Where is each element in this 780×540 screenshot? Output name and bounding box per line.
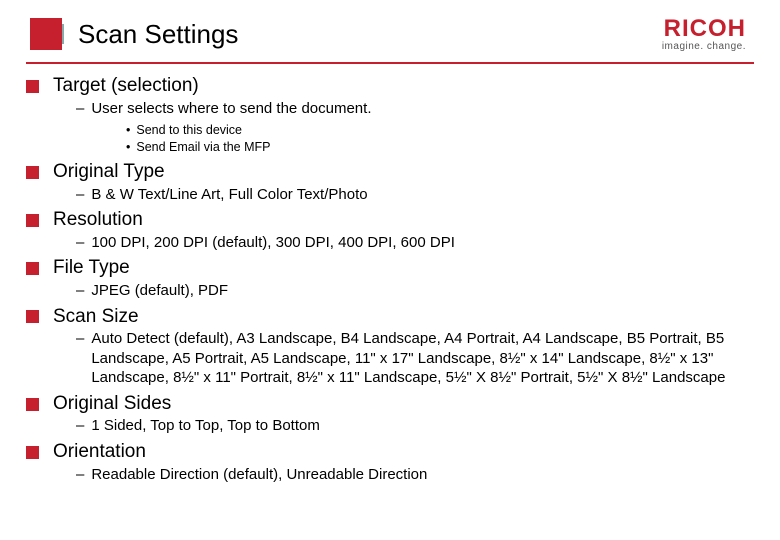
dot-icon: • [126, 139, 130, 156]
section-heading-text: Orientation [53, 440, 146, 465]
divider [26, 62, 754, 64]
section-sub-text: Auto Detect (default), A3 Landscape, B4 … [91, 329, 754, 388]
section-sub-text: 1 Sided, Top to Top, Top to Bottom [91, 416, 754, 436]
section: Original Type–B & W Text/Line Art, Full … [26, 160, 754, 204]
section-sub: –1 Sided, Top to Top, Top to Bottom [76, 416, 754, 436]
section: Orientation–Readable Direction (default)… [26, 440, 754, 484]
section-heading-text: Target (selection) [53, 74, 199, 99]
section-sub-text: B & W Text/Line Art, Full Color Text/Pho… [91, 185, 754, 205]
bullet-square-icon [26, 214, 39, 227]
title-block-icon [30, 18, 62, 50]
dash-icon: – [76, 99, 84, 119]
dash-icon: – [76, 416, 84, 436]
section-heading: Resolution [26, 208, 754, 233]
section-sub-text: User selects where to send the document. [91, 99, 754, 119]
bullet-square-icon [26, 398, 39, 411]
section: Resolution–100 DPI, 200 DPI (default), 3… [26, 208, 754, 252]
section-heading: File Type [26, 256, 754, 281]
bullet-item: • Send Email via the MFP [126, 139, 754, 156]
bullet-list: • Send to this device • Send Email via the … [126, 122, 754, 156]
bullet-square-icon [26, 166, 39, 179]
section-heading: Orientation [26, 440, 754, 465]
section-heading: Target (selection) [26, 74, 754, 99]
dash-icon: – [76, 329, 84, 388]
section-sub-text: JPEG (default), PDF [91, 281, 754, 301]
section-sub: –100 DPI, 200 DPI (default), 300 DPI, 40… [76, 233, 754, 253]
logo-brand: RICOH [662, 17, 746, 41]
dash-icon: – [76, 185, 84, 205]
section-sub-text: 100 DPI, 200 DPI (default), 300 DPI, 400… [91, 233, 754, 253]
section-heading: Original Sides [26, 392, 754, 417]
bullet-text: Send to this device [136, 122, 242, 139]
section-sub: –User selects where to send the document… [76, 99, 754, 119]
section: File Type–JPEG (default), PDF [26, 256, 754, 300]
bullet-square-icon [26, 310, 39, 323]
brand-logo: RICOH imagine. change. [662, 17, 750, 52]
dot-icon: • [126, 122, 130, 139]
section: Original Sides–1 Sided, Top to Top, Top … [26, 392, 754, 436]
section: Target (selection)–User selects where to… [26, 74, 754, 156]
section-sub: –JPEG (default), PDF [76, 281, 754, 301]
section-heading-text: Resolution [53, 208, 143, 233]
dash-icon: – [76, 281, 84, 301]
dash-icon: – [76, 465, 84, 485]
bullet-item: • Send to this device [126, 122, 754, 139]
section-sub-text: Readable Direction (default), Unreadable… [91, 465, 754, 485]
bullet-square-icon [26, 262, 39, 275]
section: Scan Size–Auto Detect (default), A3 Land… [26, 305, 754, 388]
section-sub: –B & W Text/Line Art, Full Color Text/Ph… [76, 185, 754, 205]
section-heading-text: File Type [53, 256, 130, 281]
section-heading-text: Original Type [53, 160, 165, 185]
bullet-text: Send Email via the MFP [136, 139, 270, 156]
dash-icon: – [76, 233, 84, 253]
section-sub: –Auto Detect (default), A3 Landscape, B4… [76, 329, 754, 388]
section-heading: Original Type [26, 160, 754, 185]
bullet-square-icon [26, 80, 39, 93]
section-heading-text: Original Sides [53, 392, 171, 417]
section-heading-text: Scan Size [53, 305, 139, 330]
bullet-square-icon [26, 446, 39, 459]
section-sub: –Readable Direction (default), Unreadabl… [76, 465, 754, 485]
logo-tagline: imagine. change. [662, 41, 746, 52]
page-title: Scan Settings [78, 19, 662, 50]
section-heading: Scan Size [26, 305, 754, 330]
